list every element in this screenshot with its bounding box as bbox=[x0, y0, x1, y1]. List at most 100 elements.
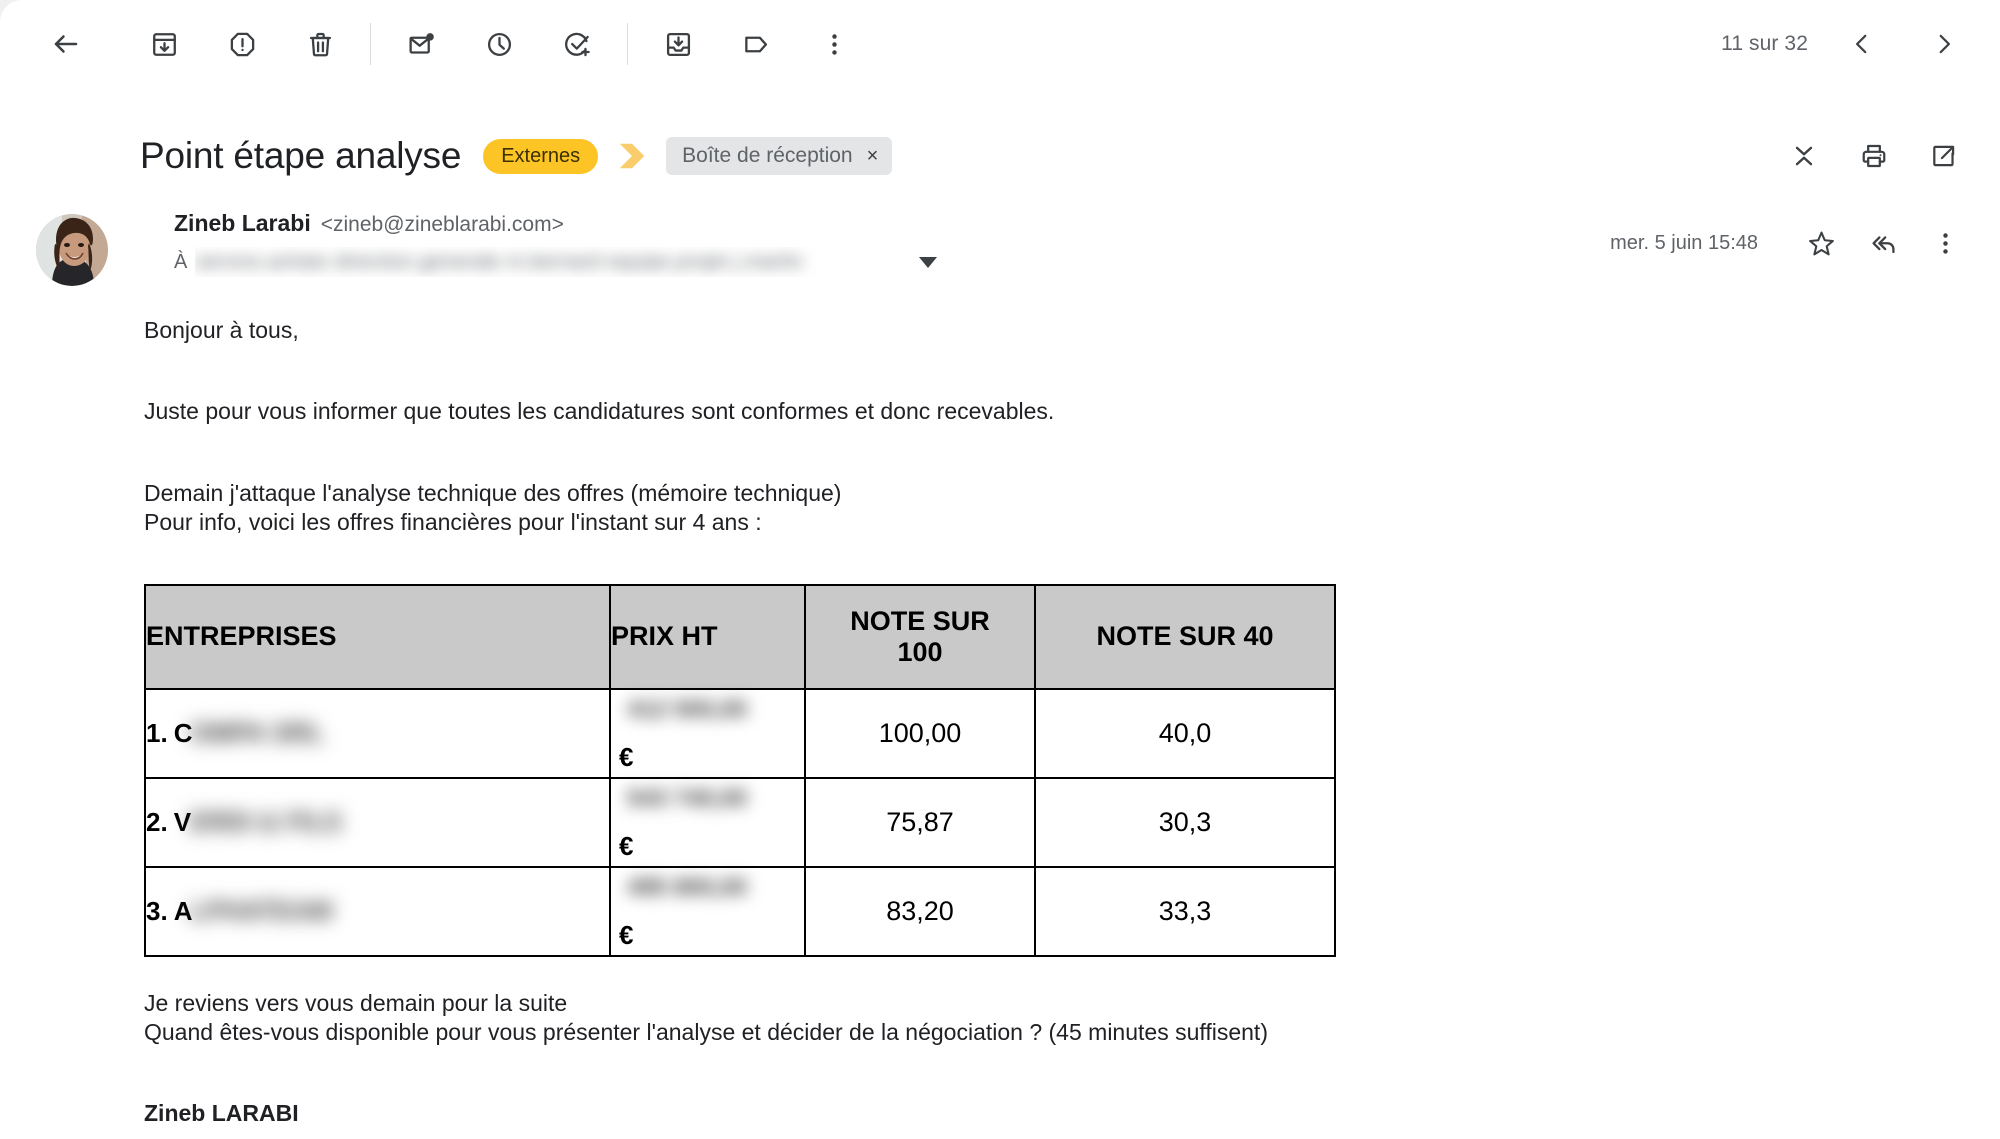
sender-block: Zineb Larabi <zineb@zineblarabi.com> À s… bbox=[174, 210, 1610, 277]
offers-table-body: 1. C OMPA SRL € 412 500,00 100,00 40,0 2.… bbox=[144, 687, 1336, 957]
chevron-right-icon bbox=[1939, 34, 1951, 54]
column-header-note-sur-100: NOTE SUR 100 bbox=[804, 583, 1036, 690]
offers-table: ENTREPRISES PRIX HT NOTE SUR 100 NOTE SU… bbox=[144, 583, 1336, 957]
cell-prix-ht: € 543 740,00 bbox=[609, 776, 806, 868]
subject-actions bbox=[1776, 128, 1972, 184]
more-actions-button[interactable] bbox=[806, 16, 862, 72]
cell-entreprise: 3. A LPHATEAM bbox=[144, 865, 611, 957]
collapse-all-icon bbox=[1795, 146, 1813, 166]
archive-icon bbox=[152, 32, 176, 56]
toolbar-divider-1 bbox=[370, 23, 371, 65]
body-paragraph-2: Demain j'attaque l'analyse technique des… bbox=[144, 479, 842, 506]
price-redacted: 543 740,00 bbox=[627, 784, 748, 812]
back-button[interactable] bbox=[38, 16, 94, 72]
body-paragraph-4: Je reviens vers vous demain pour la suit… bbox=[144, 989, 568, 1016]
company-initial: V bbox=[173, 806, 192, 837]
body-paragraph-1: Juste pour vous informer que toutes les … bbox=[144, 398, 1055, 425]
recipients-redacted: service.achats direction.generale m.bern… bbox=[195, 247, 907, 277]
important-marker-icon[interactable] bbox=[618, 141, 646, 171]
trash-icon bbox=[309, 32, 331, 56]
recipients-text: service.achats direction.generale m.bern… bbox=[195, 251, 804, 273]
company-name-redacted: LPHATEAM bbox=[190, 895, 333, 926]
mark-unread-button[interactable] bbox=[393, 16, 449, 72]
company-name-redacted: OMPA SRL bbox=[190, 717, 325, 748]
move-to-button[interactable] bbox=[650, 16, 706, 72]
rank-number: 1. bbox=[146, 717, 168, 748]
reply-all-icon bbox=[1871, 235, 1895, 253]
table-row: 3. A LPHATEAM € 495 800,00 83,20 33,3 bbox=[144, 865, 1336, 957]
message-body: Bonjour à tous, Juste pour vous informer… bbox=[144, 316, 1960, 1127]
cell-note-40: 33,3 bbox=[1034, 865, 1336, 957]
close-icon[interactable]: × bbox=[867, 146, 879, 166]
next-message-button[interactable] bbox=[1916, 16, 1972, 72]
clock-icon bbox=[487, 32, 511, 56]
sender-name[interactable]: Zineb Larabi bbox=[174, 210, 311, 237]
cell-note-40: 30,3 bbox=[1034, 776, 1336, 868]
rank-number: 2. bbox=[146, 806, 168, 837]
toolbar-divider-2 bbox=[627, 23, 628, 65]
move-to-icon bbox=[666, 32, 690, 56]
message-header-actions: mer. 5 juin 15:48 bbox=[1610, 210, 1972, 270]
table-row: 2. V ERDI & FILS € 543 740,00 75,87 30,3 bbox=[144, 776, 1336, 868]
star-icon bbox=[1808, 231, 1834, 255]
column-header-note-sur-40: NOTE SUR 40 bbox=[1034, 583, 1336, 690]
cell-entreprise: 2. V ERDI & FILS bbox=[144, 776, 611, 868]
cell-note-100: 100,00 bbox=[804, 687, 1036, 779]
to-label: À bbox=[174, 250, 188, 273]
star-button[interactable] bbox=[1794, 216, 1848, 270]
cell-note-100: 75,87 bbox=[804, 776, 1036, 868]
offers-table-head: ENTREPRISES PRIX HT NOTE SUR 100 NOTE SU… bbox=[144, 583, 1336, 690]
recipients-line[interactable]: À service.achats direction.generale m.be… bbox=[174, 247, 1610, 277]
message-more-options-button[interactable] bbox=[1918, 216, 1972, 270]
avatar-photo-icon bbox=[36, 214, 108, 286]
archive-button[interactable] bbox=[136, 16, 192, 72]
reply-all-button[interactable] bbox=[1856, 216, 1910, 270]
recipients-expand-caret-icon[interactable] bbox=[919, 256, 938, 268]
print-icon bbox=[1862, 144, 1886, 168]
label-tag-icon bbox=[744, 36, 767, 52]
body-greeting: Bonjour à tous, bbox=[144, 317, 299, 343]
price-redacted: 495 800,00 bbox=[627, 873, 748, 901]
back-arrow-icon bbox=[54, 35, 78, 53]
rank-number: 3. bbox=[146, 895, 168, 926]
avatar[interactable] bbox=[36, 214, 108, 286]
page-title: Point étape analyse bbox=[140, 135, 462, 176]
print-button[interactable] bbox=[1846, 128, 1902, 184]
labels-button[interactable] bbox=[728, 16, 784, 72]
delete-button[interactable] bbox=[292, 16, 348, 72]
snooze-button[interactable] bbox=[471, 16, 527, 72]
previous-message-button[interactable] bbox=[1834, 16, 1890, 72]
currency-symbol: € bbox=[619, 741, 634, 772]
message-counter: 11 sur 32 bbox=[1721, 32, 1808, 55]
price-redacted: 412 500,00 bbox=[627, 695, 748, 723]
note-100-line-1: NOTE SUR bbox=[850, 605, 990, 636]
message-header: Zineb Larabi <zineb@zineblarabi.com> À s… bbox=[0, 210, 2000, 286]
label-chip-externes[interactable]: Externes bbox=[483, 138, 599, 174]
inbox-label-chip[interactable]: Boîte de réception × bbox=[666, 137, 893, 175]
sender-line: Zineb Larabi <zineb@zineblarabi.com> bbox=[174, 210, 1610, 237]
cell-prix-ht: € 495 800,00 bbox=[609, 865, 806, 957]
body-paragraph-3: Pour info, voici les offres financières … bbox=[144, 509, 762, 536]
subject-row: Point étape analyse Externes Boîte de ré… bbox=[0, 120, 2000, 192]
open-in-new-window-button[interactable] bbox=[1916, 128, 1972, 184]
sender-email: <zineb@zineblarabi.com> bbox=[320, 213, 564, 236]
currency-symbol: € bbox=[619, 919, 634, 950]
company-name-redacted: ERDI & FILS bbox=[190, 806, 342, 837]
mark-unread-icon bbox=[408, 32, 434, 54]
collapse-all-button[interactable] bbox=[1776, 128, 1832, 184]
chevron-left-icon bbox=[1855, 34, 1867, 54]
cell-entreprise: 1. C OMPA SRL bbox=[144, 687, 611, 779]
report-spam-button[interactable] bbox=[214, 16, 270, 72]
cell-prix-ht: € 412 500,00 bbox=[609, 687, 806, 779]
table-header-row: ENTREPRISES PRIX HT NOTE SUR 100 NOTE SU… bbox=[144, 583, 1336, 690]
column-header-entreprises: ENTREPRISES bbox=[144, 583, 611, 690]
more-vertical-icon bbox=[1942, 232, 1948, 254]
body-paragraph-5: Quand êtes-vous disponible pour vous pré… bbox=[144, 1019, 1268, 1046]
report-spam-icon bbox=[230, 32, 254, 56]
cell-note-100: 83,20 bbox=[804, 865, 1036, 957]
message-date: mer. 5 juin 15:48 bbox=[1610, 231, 1758, 254]
note-100-line-2: 100 bbox=[897, 636, 943, 667]
message-toolbar: 11 sur 32 bbox=[0, 0, 2000, 88]
gmail-message-view: 11 sur 32 Point étape analyse Externes B… bbox=[0, 0, 2000, 1139]
add-task-button[interactable] bbox=[549, 16, 605, 72]
